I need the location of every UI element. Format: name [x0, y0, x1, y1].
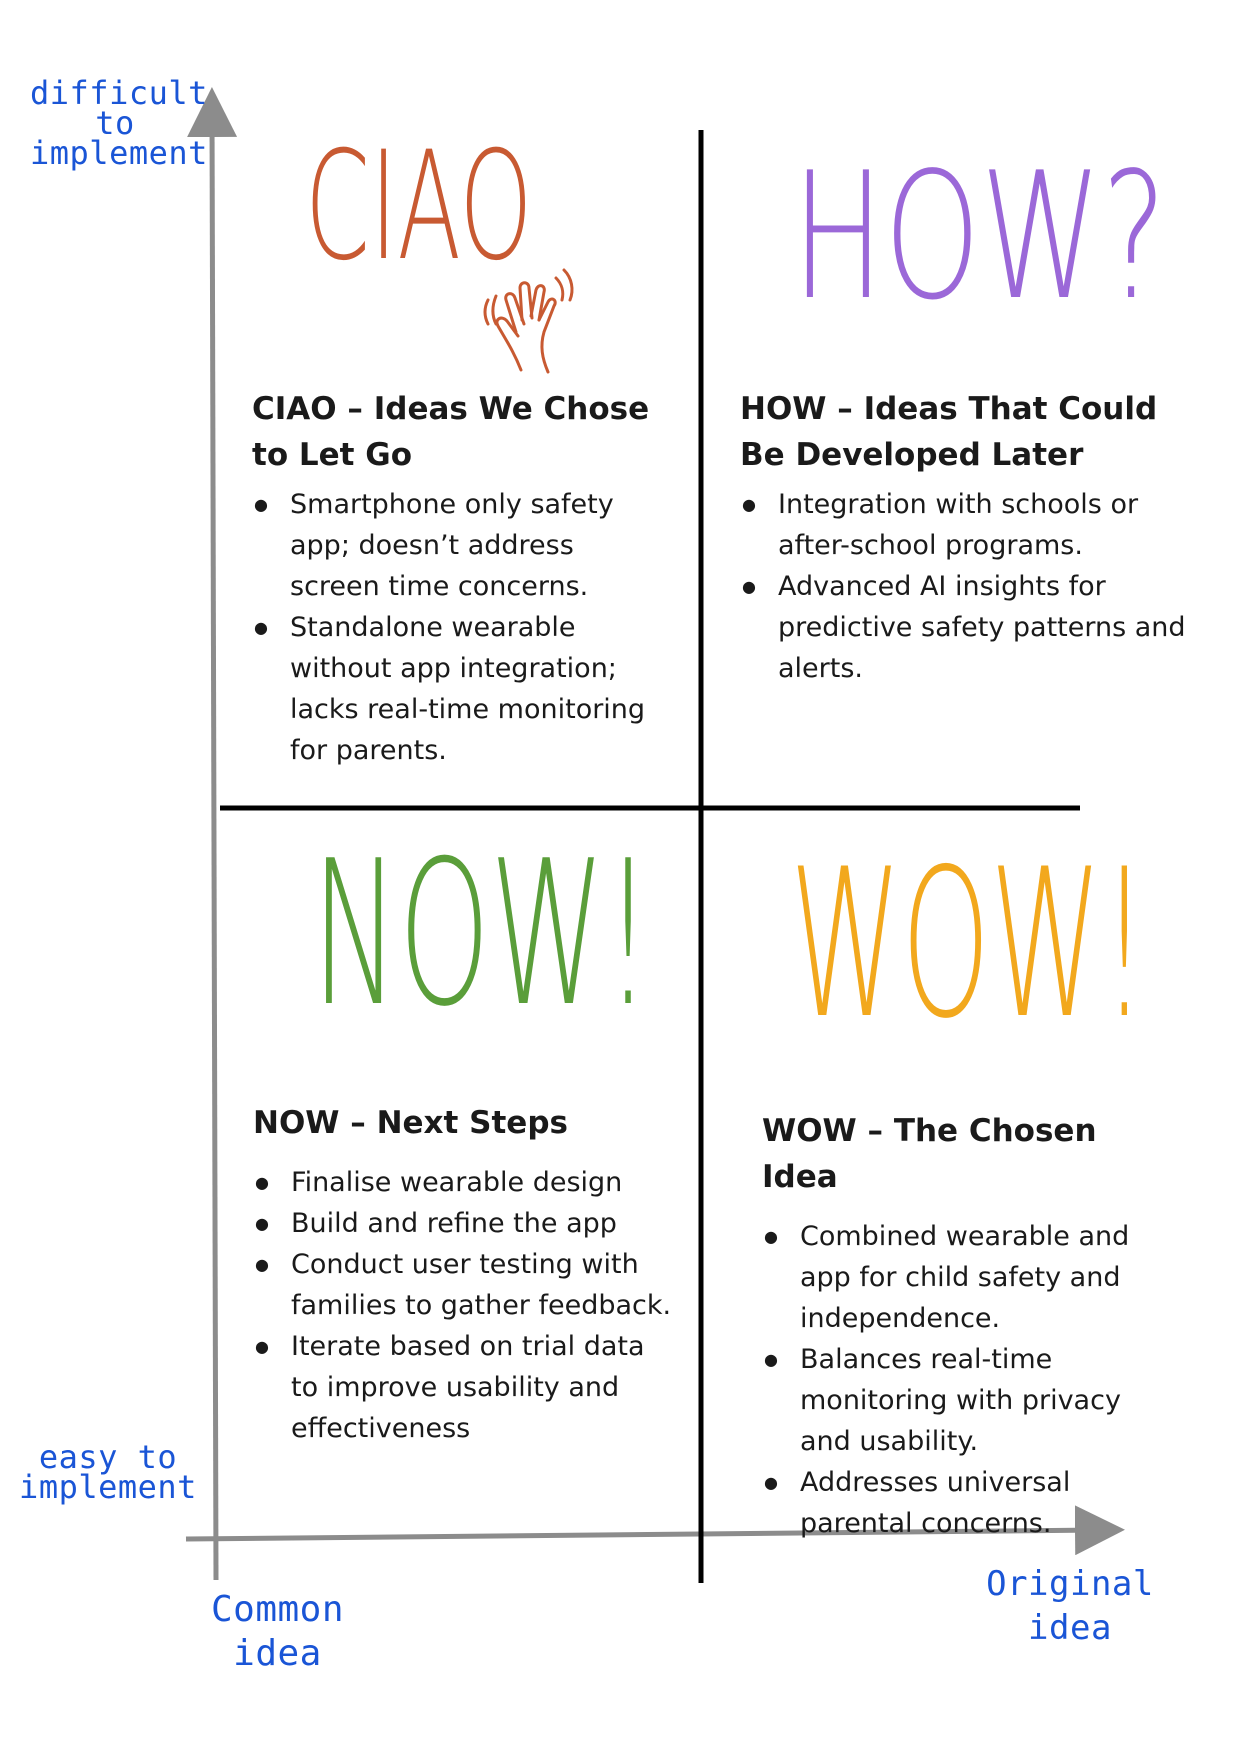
y-bottom-line-2: implement	[19, 1468, 197, 1506]
x-left-line-2: idea	[233, 1633, 322, 1674]
waving-hand-icon	[483, 268, 574, 374]
list-item: Standalone wearable without app integrat…	[254, 607, 672, 771]
y-axis-bottom-label: easy to implement	[18, 1441, 198, 1506]
now-list: Finalise wearable design Build and refin…	[253, 1162, 673, 1449]
x-left-line-1: Common	[210, 1589, 345, 1630]
x-right-line-1: Original	[986, 1564, 1154, 1604]
now-heading: NOW – Next Steps	[253, 1105, 568, 1141]
wow-quadrant: WOW – The Chosen Idea Combined wearable …	[762, 1108, 1172, 1544]
y-axis	[187, 87, 238, 1581]
ciao-heading: CIAO – Ideas We Chose to Let Go	[252, 391, 650, 473]
list-item: Combined wearable and app for child safe…	[764, 1216, 1172, 1339]
list-item: Smartphone only safety app; doesn’t addr…	[254, 484, 672, 607]
wow-list: Combined wearable and app for child safe…	[762, 1216, 1172, 1544]
x-axis-left-label: Common idea	[190, 1588, 365, 1676]
ciao-list: Smartphone only safety app; doesn’t addr…	[252, 484, 672, 771]
list-item: Addresses universal parental concerns.	[764, 1462, 1172, 1544]
y-axis-top-label: difficult to implement	[30, 77, 208, 172]
ciao-quadrant: CIAO – Ideas We Chose to Let Go Smartpho…	[252, 386, 672, 771]
wow-word: WOW!	[790, 826, 1147, 1064]
list-item: Iterate based on trial data to improve u…	[255, 1326, 673, 1449]
how-quadrant: HOW – Ideas That Could Be Developed Late…	[740, 386, 1190, 689]
how-word: HOW?	[792, 136, 1167, 339]
list-item: Integration with schools or after-school…	[742, 484, 1190, 566]
list-item: Finalise wearable design	[255, 1162, 673, 1203]
list-item: Conduct user testing with families to ga…	[255, 1244, 673, 1326]
x-right-line-2: idea	[1028, 1608, 1112, 1648]
wow-heading: WOW – The Chosen Idea	[762, 1113, 1097, 1195]
list-item: Balances real-time monitoring with priva…	[764, 1339, 1172, 1462]
how-list: Integration with schools or after-school…	[740, 484, 1190, 689]
now-quadrant: NOW – Next Steps Finalise wearable desig…	[253, 1100, 673, 1449]
list-item: Build and refine the app	[255, 1203, 673, 1244]
now-word: NOW!	[312, 818, 652, 1051]
x-axis-right-label: Original idea	[985, 1562, 1155, 1650]
y-top-line-3: implement	[30, 134, 208, 172]
list-item: Advanced AI insights for predictive safe…	[742, 566, 1190, 689]
how-heading: HOW – Ideas That Could Be Developed Late…	[740, 391, 1158, 473]
